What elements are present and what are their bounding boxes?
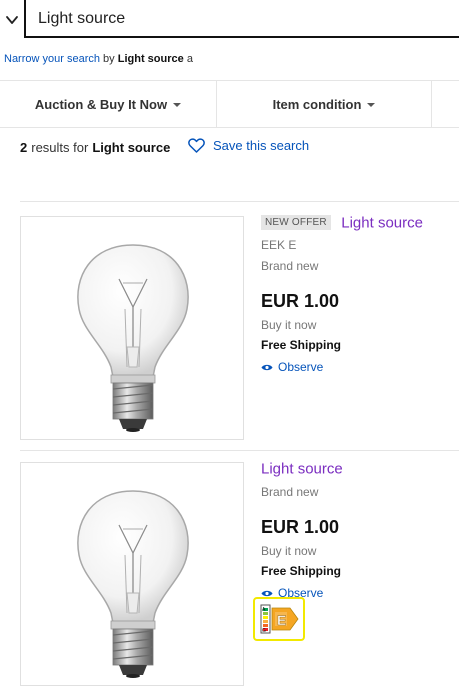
condition-text: Brand new bbox=[261, 485, 319, 499]
narrow-suffix: a bbox=[186, 53, 193, 65]
listing-image[interactable] bbox=[20, 216, 244, 440]
listing-image[interactable] bbox=[20, 462, 244, 686]
caret-down-icon bbox=[367, 103, 376, 107]
observe-button[interactable]: Observe bbox=[261, 358, 459, 376]
listing-title-link[interactable]: Light source bbox=[341, 214, 423, 231]
new-offer-badge: NEW OFFER bbox=[261, 215, 331, 231]
auction-buy-filter-button[interactable]: Auction & Buy It Now bbox=[0, 81, 216, 127]
item-condition-filter-label: Item condition bbox=[272, 96, 362, 112]
buy-format-text: Buy it now bbox=[261, 544, 317, 558]
listing-divider bbox=[20, 450, 459, 451]
results-summary: 2 results for Light source bbox=[20, 140, 170, 155]
filter-divider bbox=[431, 81, 432, 127]
search-input[interactable] bbox=[38, 8, 438, 30]
narrow-search-hint: Narrow your search by Light source a bbox=[4, 53, 193, 65]
results-text: results for bbox=[31, 140, 89, 155]
buy-format-text: Buy it now bbox=[261, 318, 317, 332]
heart-icon bbox=[188, 138, 205, 153]
listing-info: Light source Brand new EUR 1.00 Buy it n… bbox=[261, 460, 459, 602]
narrow-search-link[interactable]: Narrow your search bbox=[4, 53, 100, 65]
price: EUR 1.00 bbox=[261, 291, 340, 311]
energy-class-text: EEK E bbox=[261, 238, 297, 252]
shipping-text: Free Shipping bbox=[261, 338, 342, 352]
energy-scale-bottom: G bbox=[262, 628, 266, 634]
top-search-bar bbox=[0, 0, 459, 42]
save-search-button[interactable]: Save this search bbox=[188, 138, 309, 153]
eye-icon bbox=[261, 364, 273, 370]
filter-bar: Auction & Buy It Now Item condition bbox=[0, 80, 459, 128]
auction-buy-filter-label: Auction & Buy It Now bbox=[34, 96, 168, 112]
shipping-text: Free Shipping bbox=[261, 564, 342, 578]
search-box[interactable] bbox=[24, 0, 459, 38]
light-bulb-image bbox=[77, 244, 189, 432]
light-bulb-image bbox=[77, 490, 189, 678]
chevron-down-button[interactable] bbox=[0, 0, 24, 40]
results-divider bbox=[20, 201, 459, 202]
narrow-term: Light source bbox=[117, 53, 184, 65]
chevron-down-icon bbox=[6, 16, 18, 24]
caret-down-icon bbox=[173, 103, 182, 107]
item-condition-filter-button[interactable]: Item condition bbox=[217, 81, 431, 127]
results-count: 2 bbox=[20, 140, 28, 155]
observe-label: Observe bbox=[278, 360, 324, 374]
condition-text: Brand new bbox=[261, 259, 319, 273]
price: EUR 1.00 bbox=[261, 517, 340, 537]
narrow-by-text: by bbox=[103, 53, 115, 65]
listing-info: NEW OFFER Light source EEK E Brand new E… bbox=[261, 214, 459, 376]
energy-label-badge[interactable]: A G E bbox=[253, 597, 305, 641]
save-search-label: Save this search bbox=[213, 138, 310, 153]
energy-label-icon: A G E bbox=[260, 604, 299, 634]
results-term: Light source bbox=[92, 140, 171, 155]
listing-title-link[interactable]: Light source bbox=[261, 460, 343, 477]
energy-class-letter: E bbox=[277, 612, 286, 628]
